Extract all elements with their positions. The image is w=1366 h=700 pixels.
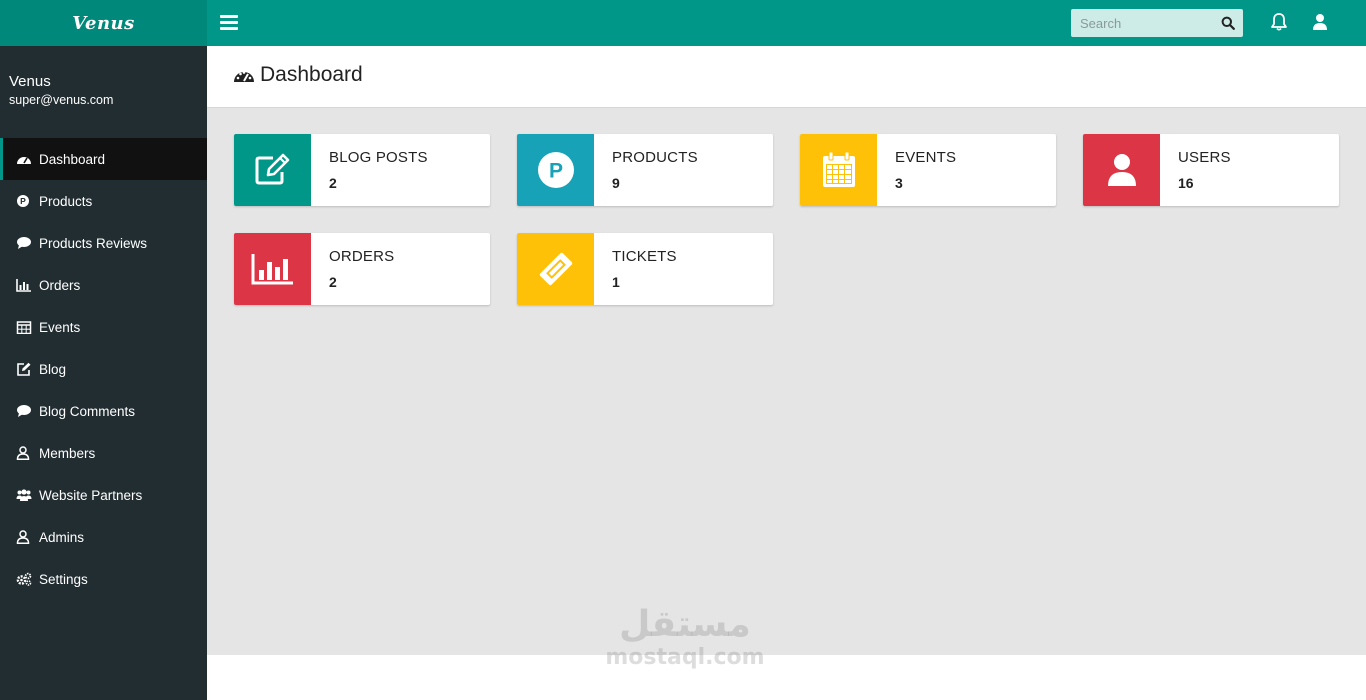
dashboard-icon [234, 71, 254, 82]
gears-icon [16, 572, 32, 586]
sidebar-item-admins[interactable]: Admins [0, 516, 207, 558]
sidebar-item-label: Dashboard [39, 151, 106, 167]
sidebar-item-label: Blog Comments [39, 403, 136, 419]
sidebar-item-label: Blog [39, 361, 67, 377]
card-value: 2 [329, 274, 337, 290]
profile-email: super@venus.com [9, 93, 114, 107]
sidebar-item-label: Members [39, 445, 96, 461]
card-icon-box: P [517, 134, 594, 206]
menu-icon-line [220, 21, 238, 24]
chart-icon [251, 254, 293, 285]
card-value: 9 [612, 175, 620, 191]
svg-text:P: P [548, 160, 562, 183]
card-icon-box [234, 134, 311, 206]
stat-card-events[interactable]: EVENTS 3 [800, 134, 1056, 206]
sidebar-item-members[interactable]: Members [0, 432, 207, 474]
product-icon: P [17, 195, 29, 207]
card-label: PRODUCTS [612, 149, 698, 166]
sidebar-item-settings[interactable]: Settings [0, 558, 207, 600]
card-value: 16 [1178, 175, 1194, 191]
sidebar-item-blog[interactable]: Blog [0, 348, 207, 390]
sidebar-item-label: Admins [39, 529, 85, 545]
card-icon-box [517, 233, 594, 305]
card-label: EVENTS [895, 149, 957, 166]
sidebar-item-label: Settings [39, 571, 88, 587]
ticket-icon [539, 252, 572, 286]
stat-card-users[interactable]: USERS 16 [1083, 134, 1339, 206]
sidebar-item-label: Events [39, 319, 81, 335]
calendar-icon [16, 321, 32, 334]
card-value: 1 [612, 274, 620, 290]
sidebar-item-label: Products [39, 193, 93, 209]
card-label: BLOG POSTS [329, 149, 428, 166]
sidebar-item-orders[interactable]: Orders [0, 264, 207, 306]
stat-card-tickets[interactable]: TICKETS 1 [517, 233, 773, 305]
user-icon [16, 446, 30, 460]
sidebar-item-blog-comments[interactable]: Blog Comments [0, 390, 207, 432]
brand-logo[interactable]: Venus [0, 0, 207, 46]
menu-toggle-button[interactable] [220, 13, 238, 33]
watermark-text: mostaql.com [605, 645, 765, 670]
sidebar-item-products[interactable]: P Products [0, 180, 207, 222]
user-icon[interactable] [1312, 13, 1328, 31]
sidebar-item-label: Products Reviews [39, 235, 148, 251]
search-box [1071, 9, 1243, 37]
card-icon-box [234, 233, 311, 305]
menu-icon-line [220, 27, 238, 30]
top-bar: Venus [0, 0, 1366, 46]
sidebar-item-label: Orders [39, 277, 81, 293]
card-icon-box [1083, 134, 1160, 206]
card-icon-box [800, 134, 877, 206]
user-icon [16, 530, 30, 544]
edit-icon [255, 153, 289, 185]
sidebar-item-events[interactable]: Events [0, 306, 207, 348]
sidebar-item-dashboard[interactable]: Dashboard [0, 138, 207, 180]
page-footer [207, 655, 1366, 700]
calendar-icon [822, 151, 855, 187]
watermark: مستقل mostaql.com [600, 604, 770, 671]
user-icon [1107, 154, 1136, 186]
search-icon[interactable] [1221, 16, 1235, 30]
sidebar-item-products-reviews[interactable]: Products Reviews [0, 222, 207, 264]
page-title: Dashboard [260, 63, 363, 86]
page-header: Dashboard [207, 46, 1366, 108]
chart-icon [16, 279, 31, 292]
profile-name: Venus [9, 73, 51, 90]
sidebar: Venus super@venus.com Dashboard P Produc… [0, 46, 207, 700]
card-value: 3 [895, 175, 903, 191]
edit-icon [17, 362, 31, 376]
sidebar-menu: Dashboard P Products Products Reviews Or… [0, 138, 207, 600]
menu-icon-line [220, 15, 238, 18]
card-label: ORDERS [329, 248, 395, 265]
search-input[interactable] [1071, 9, 1220, 37]
comment-icon [17, 405, 31, 417]
card-label: TICKETS [612, 248, 677, 265]
bell-icon[interactable] [1270, 12, 1288, 32]
sidebar-item-website-partners[interactable]: Website Partners [0, 474, 207, 516]
svg-text:P: P [20, 196, 26, 206]
users-icon [16, 489, 32, 501]
stat-card-orders[interactable]: ORDERS 2 [234, 233, 490, 305]
stat-card-products[interactable]: P PRODUCTS 9 [517, 134, 773, 206]
sidebar-item-label: Website Partners [39, 487, 143, 503]
stat-card-blog-posts[interactable]: BLOG POSTS 2 [234, 134, 490, 206]
dashboard-icon [17, 157, 31, 164]
watermark-arabic: مستقل [619, 604, 751, 645]
card-value: 2 [329, 175, 337, 191]
product-icon: P [537, 152, 574, 188]
comment-icon [17, 237, 31, 249]
card-label: USERS [1178, 149, 1231, 166]
